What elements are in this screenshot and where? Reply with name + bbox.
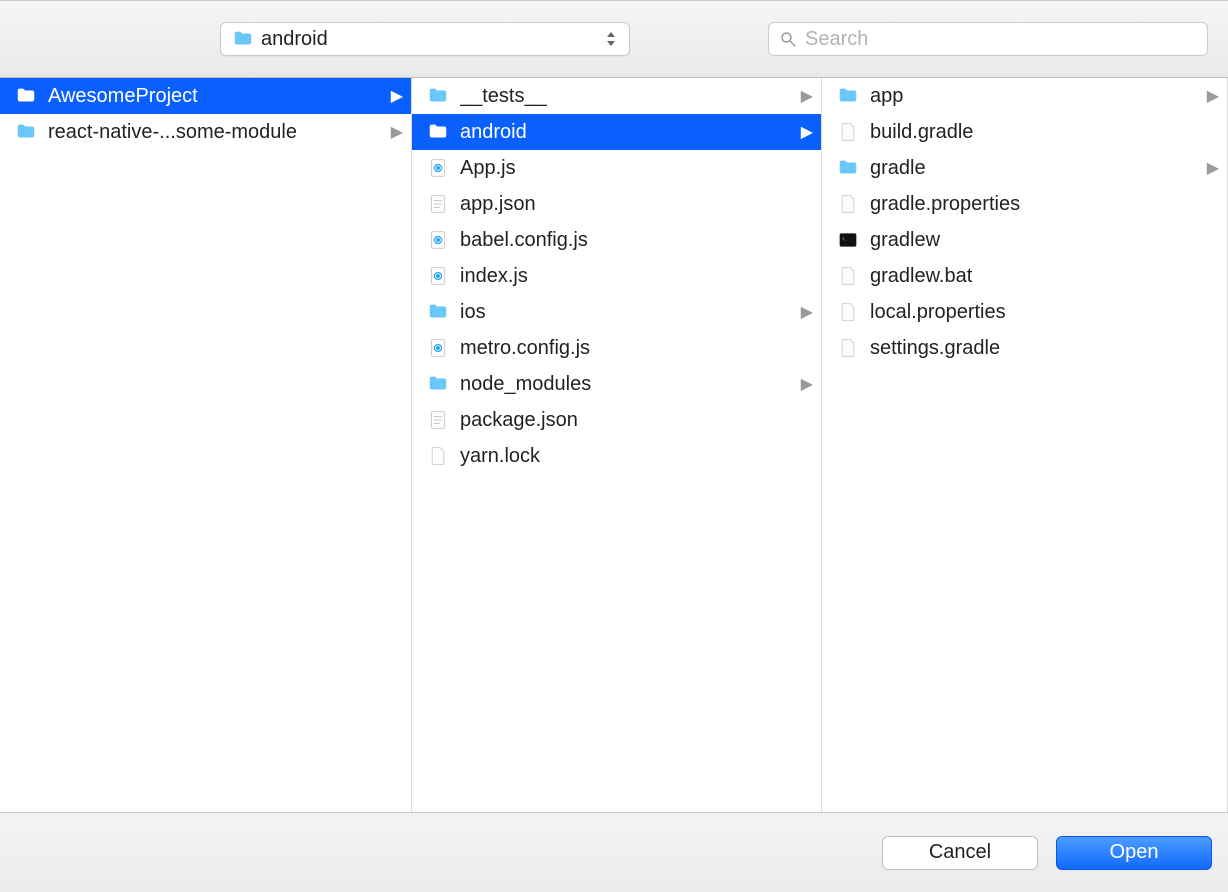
folder-icon [836, 84, 860, 108]
file-name-label: babel.config.js [460, 229, 813, 252]
exec-icon: $_ [836, 228, 860, 252]
blank-icon [836, 192, 860, 216]
folder-icon [426, 372, 450, 396]
file-name-label: local.properties [870, 301, 1219, 324]
search-icon [779, 30, 797, 48]
column-2: __tests__ ▶ android ▶ App.js app.json babel.co… [412, 78, 822, 812]
file-name-label: yarn.lock [460, 445, 813, 468]
chevron-right-icon: ▶ [391, 122, 403, 142]
file-row[interactable]: app ▶ [822, 78, 1227, 114]
file-row[interactable]: index.js [412, 258, 821, 294]
footer: Cancel Open [0, 812, 1228, 892]
file-name-label: app.json [460, 193, 813, 216]
current-folder-label: android [261, 28, 603, 51]
file-name-label: package.json [460, 409, 813, 432]
blank-icon [836, 120, 860, 144]
file-name-label: ios [460, 301, 795, 324]
file-row[interactable]: AwesomeProject ▶ [0, 78, 411, 114]
cancel-button[interactable]: Cancel [882, 836, 1038, 870]
file-row[interactable]: react-native-...some-module ▶ [0, 114, 411, 150]
chevron-right-icon: ▶ [391, 86, 403, 106]
blank-icon [836, 264, 860, 288]
file-name-label: gradlew.bat [870, 265, 1219, 288]
blank-icon [426, 444, 450, 468]
column-1: AwesomeProject▶react-native-...some-modu… [0, 78, 412, 812]
folder-icon [14, 84, 38, 108]
file-row[interactable]: local.properties [822, 294, 1227, 330]
file-name-label: react-native-...some-module [48, 121, 385, 144]
file-row[interactable]: gradle.properties [822, 186, 1227, 222]
folder-icon [14, 120, 38, 144]
file-name-label: app [870, 85, 1201, 108]
chevron-right-icon: ▶ [801, 374, 813, 394]
open-button[interactable]: Open [1056, 836, 1212, 870]
file-row[interactable]: app.json [412, 186, 821, 222]
chevron-right-icon: ▶ [801, 122, 813, 142]
js-icon [426, 156, 450, 180]
chevron-right-icon: ▶ [1207, 158, 1219, 178]
file-name-label: gradle.properties [870, 193, 1219, 216]
chevron-right-icon: ▶ [801, 302, 813, 322]
file-row[interactable]: metro.config.js [412, 330, 821, 366]
file-name-label: build.gradle [870, 121, 1219, 144]
file-row[interactable]: yarn.lock [412, 438, 821, 474]
chevron-right-icon: ▶ [801, 86, 813, 106]
file-row[interactable]: gradle ▶ [822, 150, 1227, 186]
file-name-label: gradle [870, 157, 1201, 180]
text-icon [426, 192, 450, 216]
file-name-label: AwesomeProject [48, 85, 385, 108]
file-name-label: android [460, 121, 795, 144]
folder-icon [836, 156, 860, 180]
search-field[interactable] [768, 22, 1208, 56]
folder-icon [231, 27, 255, 51]
blank-icon [836, 300, 860, 324]
file-name-label: index.js [460, 265, 813, 288]
file-row[interactable]: ios ▶ [412, 294, 821, 330]
file-row[interactable]: node_modules ▶ [412, 366, 821, 402]
file-name-label: gradlew [870, 229, 1219, 252]
js-icon [426, 336, 450, 360]
file-name-label: settings.gradle [870, 337, 1219, 360]
folder-icon [426, 84, 450, 108]
file-row[interactable]: babel.config.js [412, 222, 821, 258]
file-row[interactable]: android ▶ [412, 114, 821, 150]
toolbar: android [0, 0, 1228, 78]
svg-text:$_: $_ [842, 236, 848, 241]
file-name-label: metro.config.js [460, 337, 813, 360]
file-row[interactable]: settings.gradle [822, 330, 1227, 366]
file-row[interactable]: package.json [412, 402, 821, 438]
chevron-right-icon: ▶ [1207, 86, 1219, 106]
file-row[interactable]: App.js [412, 150, 821, 186]
folder-icon [426, 120, 450, 144]
file-row[interactable]: $_ gradlew [822, 222, 1227, 258]
js-icon [426, 264, 450, 288]
folder-dropdown[interactable]: android [220, 22, 630, 56]
file-row[interactable]: gradlew.bat [822, 258, 1227, 294]
file-row[interactable]: build.gradle [822, 114, 1227, 150]
file-name-label: App.js [460, 157, 813, 180]
column-3: app ▶ build.gradle gradle ▶ gradle.properties… [822, 78, 1228, 812]
file-name-label: node_modules [460, 373, 795, 396]
search-input[interactable] [805, 28, 1197, 51]
updown-icon [603, 32, 619, 46]
folder-icon [426, 300, 450, 324]
file-name-label: __tests__ [460, 85, 795, 108]
file-row[interactable]: __tests__ ▶ [412, 78, 821, 114]
file-columns: AwesomeProject▶react-native-...some-modu… [0, 78, 1228, 812]
js-icon [426, 228, 450, 252]
blank-icon [836, 336, 860, 360]
text-icon [426, 408, 450, 432]
